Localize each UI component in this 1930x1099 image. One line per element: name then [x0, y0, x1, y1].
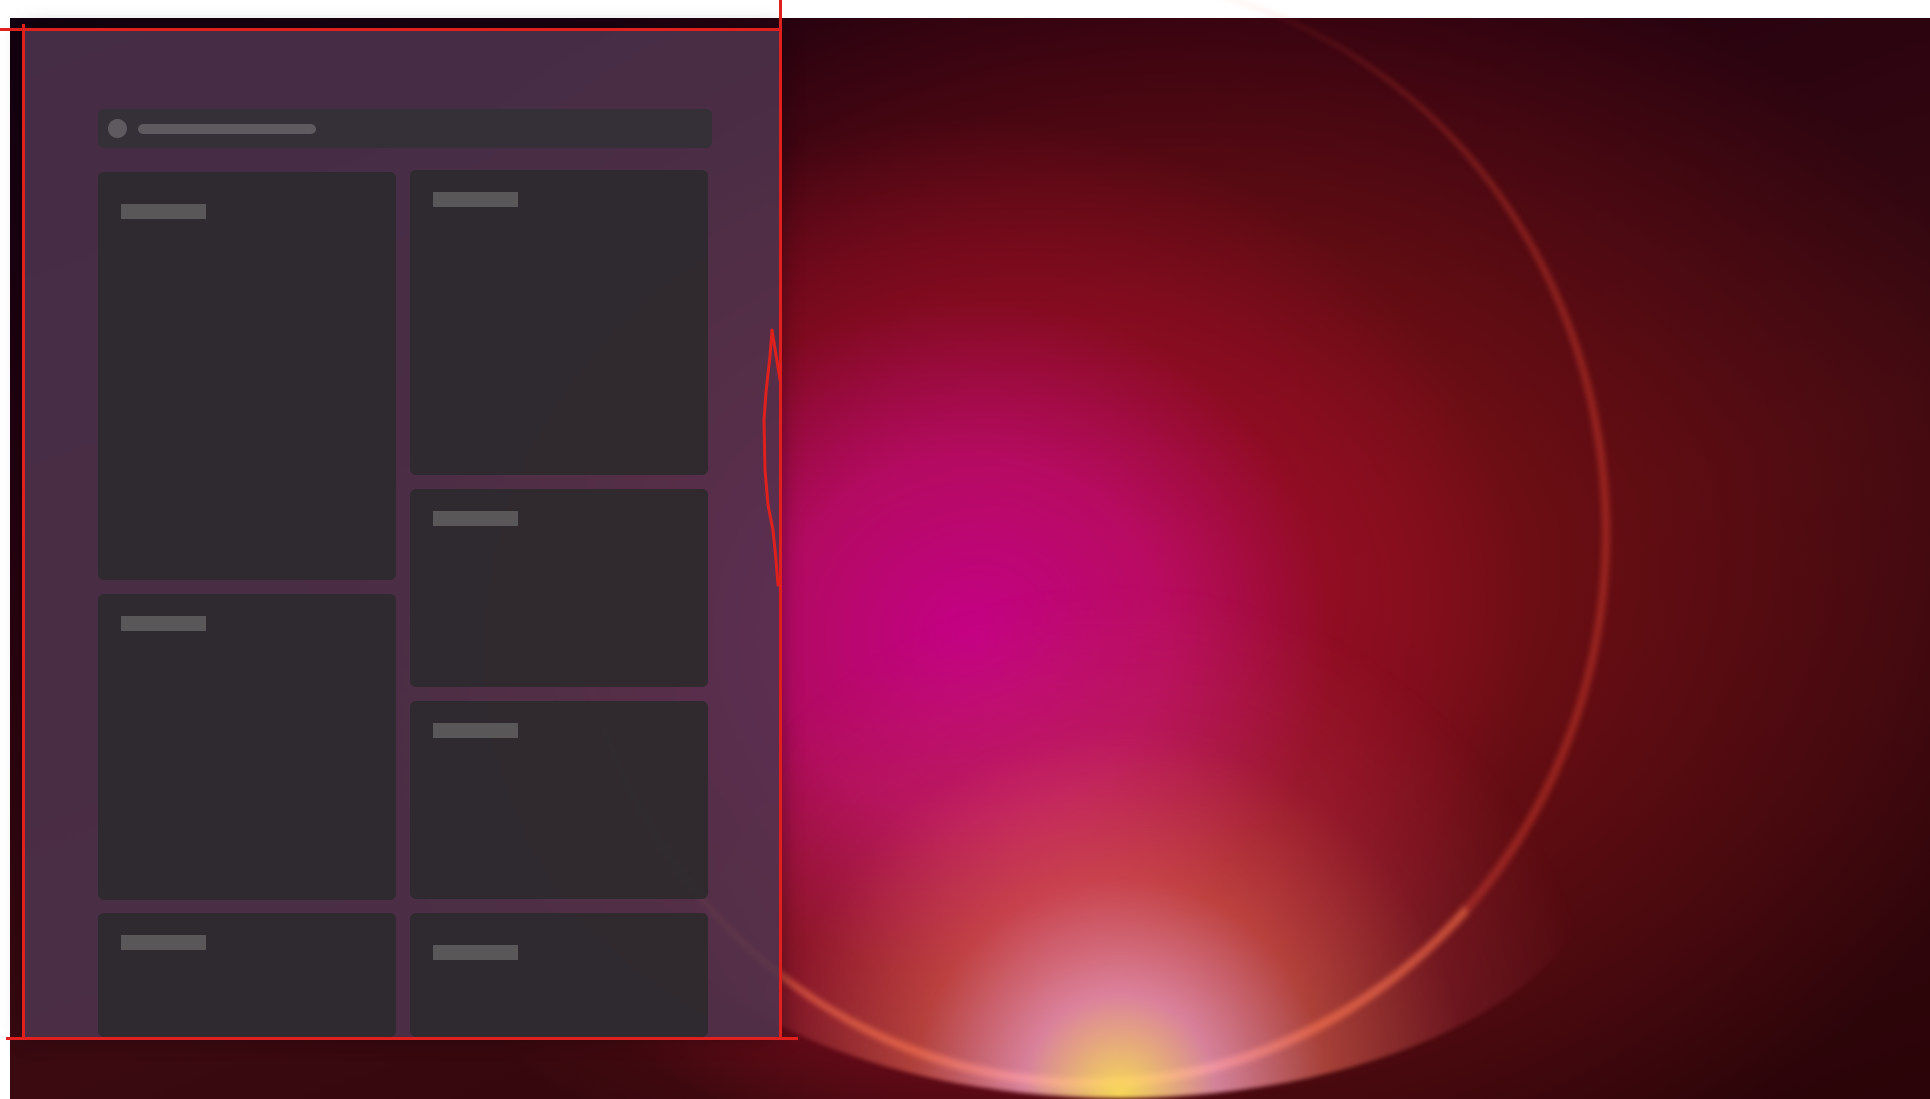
annotation-scribble	[762, 328, 782, 587]
desktop-screen	[0, 0, 1930, 1099]
